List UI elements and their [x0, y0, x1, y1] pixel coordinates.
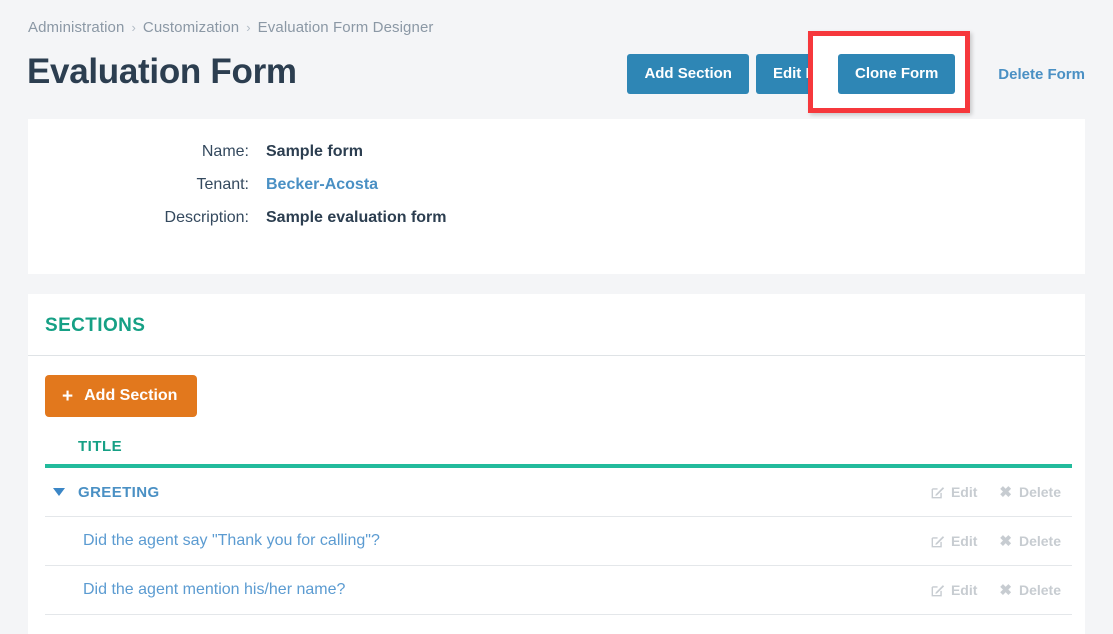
- breadcrumb-separator-icon: ›: [246, 20, 251, 35]
- row-actions: Edit ✖ Delete: [931, 533, 1072, 549]
- edit-icon: [931, 534, 945, 548]
- info-row-name: Name: Sample form: [28, 119, 1085, 176]
- close-icon: ✖: [999, 581, 1012, 599]
- info-label: Name:: [201, 143, 249, 160]
- delete-label: Delete: [1018, 533, 1061, 549]
- page-title: Evaluation Form: [27, 52, 297, 91]
- edit-section-button[interactable]: Edit: [931, 484, 977, 500]
- section-title-cell: GREETING: [45, 484, 931, 501]
- info-label: Tenant:: [196, 176, 249, 193]
- add-section-button[interactable]: Add Section: [627, 54, 749, 94]
- edit-label: Edit: [950, 582, 978, 598]
- sections-card: SECTIONS + Add Section TITLE GREETING Ed…: [28, 294, 1085, 634]
- close-icon: ✖: [999, 532, 1012, 550]
- clone-form-button[interactable]: Clone Form: [838, 54, 956, 94]
- add-section-button-primary[interactable]: + Add Section: [45, 375, 198, 417]
- table-row[interactable]: Did the agent mention his/her name? Edit…: [45, 566, 1072, 615]
- delete-label: Delete: [1018, 484, 1061, 500]
- add-section-button-label: Add Section: [84, 387, 178, 404]
- table-header-row: TITLE: [45, 438, 1072, 468]
- edit-icon: [931, 485, 945, 499]
- delete-question-button[interactable]: ✖ Delete: [999, 582, 1061, 598]
- info-label: Description:: [164, 209, 249, 226]
- highlight-annotation-clone-form: Clone Form: [808, 31, 970, 113]
- question-name[interactable]: Did the agent say "Thank you for calling…: [50, 532, 380, 550]
- info-row-description: Description: Sample evaluation form: [28, 209, 1085, 242]
- delete-form-link[interactable]: Delete Form: [998, 66, 1085, 83]
- breadcrumb-separator-icon: ›: [131, 20, 136, 35]
- delete-section-button[interactable]: ✖ Delete: [999, 484, 1061, 500]
- edit-label: Edit: [950, 484, 978, 500]
- breadcrumb-item-customization[interactable]: Customization: [143, 19, 239, 36]
- row-actions: Edit ✖ Delete: [931, 582, 1072, 598]
- info-value-name: Sample form: [266, 143, 363, 160]
- caret-down-icon[interactable]: [50, 488, 68, 496]
- breadcrumb: Administration › Customization › Evaluation …: [28, 19, 433, 36]
- section-divider: [28, 355, 1085, 356]
- question-title-cell: Did the agent mention his/her name?: [45, 581, 931, 599]
- edit-icon: [931, 583, 945, 597]
- question-title-cell: Did the agent say "Thank you for calling…: [45, 532, 931, 550]
- row-actions: Edit ✖ Delete: [931, 484, 1072, 500]
- question-name[interactable]: Did the agent mention his/her name?: [50, 581, 345, 599]
- info-value-tenant-link[interactable]: Becker-Acosta: [266, 176, 378, 194]
- table-row[interactable]: Did the agent say "Thank you for calling…: [45, 517, 1072, 566]
- edit-label: Edit: [950, 533, 978, 549]
- section-name[interactable]: GREETING: [78, 484, 160, 501]
- column-header-title: TITLE: [78, 438, 123, 455]
- plus-icon: +: [62, 385, 74, 407]
- breadcrumb-item-evaluation-form-designer[interactable]: Evaluation Form Designer: [258, 19, 434, 36]
- delete-question-button[interactable]: ✖ Delete: [999, 533, 1061, 549]
- table-row[interactable]: GREETING Edit ✖ Delete: [45, 468, 1072, 517]
- sections-table: TITLE GREETING Edit ✖ Delete Did the age…: [45, 438, 1072, 615]
- form-info-card: Name: Sample form Tenant: Becker-Acosta …: [28, 119, 1085, 274]
- edit-question-button[interactable]: Edit: [931, 582, 977, 598]
- edit-question-button[interactable]: Edit: [931, 533, 977, 549]
- close-icon: ✖: [999, 483, 1012, 501]
- sections-heading: SECTIONS: [45, 315, 146, 336]
- delete-label: Delete: [1018, 582, 1061, 598]
- info-value-description: Sample evaluation form: [266, 209, 447, 226]
- info-row-tenant: Tenant: Becker-Acosta: [28, 176, 1085, 209]
- breadcrumb-item-administration[interactable]: Administration: [28, 19, 124, 36]
